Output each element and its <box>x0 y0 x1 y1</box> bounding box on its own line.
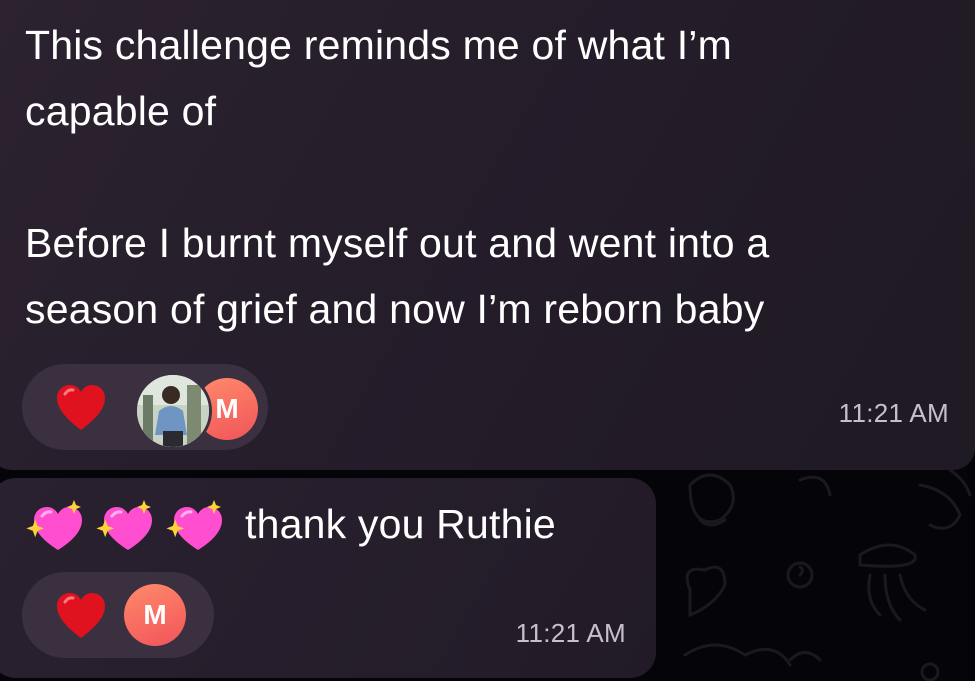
sparkling-heart-icon <box>26 500 82 550</box>
message-timestamp: 11:21 AM <box>515 618 626 648</box>
chat-view: This challenge reminds me of what I’m ca… <box>0 0 975 681</box>
heart-red-icon <box>57 593 105 638</box>
person-photo-icon <box>137 375 209 447</box>
emoji-group <box>26 498 226 554</box>
sparkling-heart-icon <box>166 500 222 550</box>
message-bubble[interactable]: This challenge reminds me of what I’m ca… <box>0 0 975 470</box>
message-text: thank you Ruthie <box>245 501 556 547</box>
reactions-pill[interactable]: M <box>22 572 214 658</box>
heart-red-icon <box>57 385 105 430</box>
message-timestamp: 11:21 AM <box>838 398 949 428</box>
reactions-pill[interactable]: M <box>22 364 268 450</box>
sparkling-heart-icon <box>96 500 152 550</box>
message-text: This challenge reminds me of what I’m ca… <box>25 22 770 332</box>
message-bubble[interactable]: thank you Ruthie M 11:21 AM <box>0 478 656 678</box>
reactor-avatar-m: M <box>124 584 186 646</box>
avatar-initial: M <box>215 393 239 424</box>
avatar-initial: M <box>143 599 167 630</box>
reactor-avatar-photo <box>134 372 212 450</box>
